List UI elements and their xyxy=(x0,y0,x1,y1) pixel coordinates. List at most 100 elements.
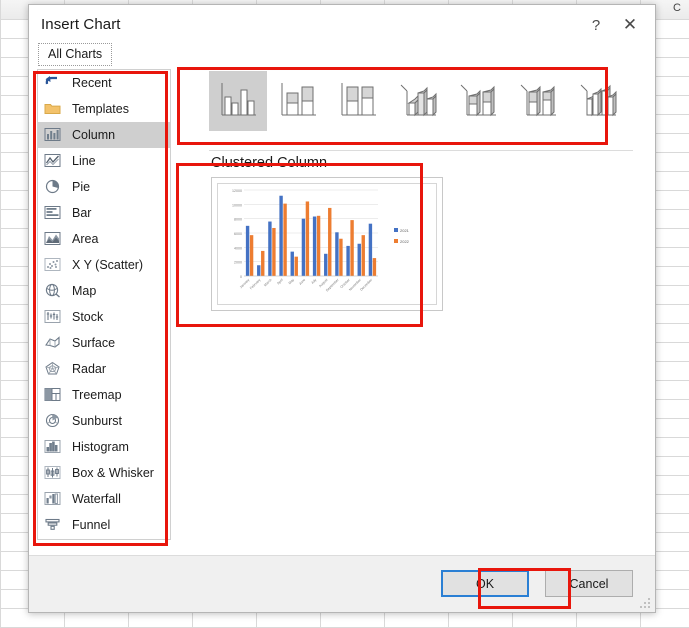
chart-subtype-panel: Clustered Column 0 2000 4000 6000 8000 10000 1… xyxy=(179,67,645,556)
sidebar-item-label: Map xyxy=(72,284,97,298)
sidebar-item-label: Treemap xyxy=(72,388,122,402)
stacked-column-icon xyxy=(275,79,321,123)
bar-2021-June xyxy=(301,218,306,276)
sidebar-item-surface[interactable]: Surface xyxy=(38,330,170,356)
bar-2022-February xyxy=(261,250,265,276)
sidebar-item-label: Stock xyxy=(72,310,104,324)
x-tick-label: July xyxy=(310,278,317,285)
resize-grip[interactable] xyxy=(640,598,651,609)
bar-2022-June xyxy=(305,201,310,276)
scatter-icon xyxy=(44,257,63,274)
y-tick-label: 12000 xyxy=(232,189,242,193)
bar-2022-October xyxy=(350,220,354,276)
y-tick-label: 10000 xyxy=(232,203,242,207)
sidebar-item-map[interactable]: Map xyxy=(38,278,170,304)
tab-all-charts[interactable]: All Charts xyxy=(38,43,113,66)
area-icon xyxy=(44,231,63,248)
pct-stacked-column-icon xyxy=(335,79,381,123)
bar-2022-April xyxy=(283,203,287,276)
x-tick-label: March xyxy=(263,278,273,288)
sidebar-item-label: Recent xyxy=(72,76,112,90)
dialog-content: Recent Templates Column Line Pie Bar Area X Y (… xyxy=(29,67,655,556)
gallery-item-3d-column[interactable] xyxy=(569,71,627,131)
bar-2021-September xyxy=(335,232,339,276)
gallery-item-3d-pct-stacked[interactable] xyxy=(509,71,567,131)
sidebar-item-label: Funnel xyxy=(72,518,111,532)
map-icon xyxy=(44,283,63,300)
selected-subtype-label: Clustered Column xyxy=(211,155,328,171)
sidebar-item-histogram[interactable]: Histogram xyxy=(38,434,170,460)
pie-icon xyxy=(44,179,63,196)
y-tick-label: 2000 xyxy=(234,261,242,265)
bar-2022-September xyxy=(339,238,343,276)
sidebar-item-bar[interactable]: Bar xyxy=(38,200,170,226)
sidebar-item-funnel[interactable]: Funnel xyxy=(38,512,170,538)
funnel-icon xyxy=(44,517,63,534)
dialog-tabstrip: All Charts xyxy=(29,43,655,67)
sidebar-item-label: Pie xyxy=(72,180,91,194)
sidebar-item-sunburst[interactable]: Sunburst xyxy=(38,408,170,434)
radar-icon xyxy=(44,361,63,378)
dialog-titlebar: Insert Chart ? ✕ xyxy=(29,5,655,44)
line-icon xyxy=(44,153,63,170)
y-tick-label: 6000 xyxy=(234,232,242,236)
bar-2021-August xyxy=(324,253,328,276)
sidebar-item-treemap[interactable]: Treemap xyxy=(38,382,170,408)
bar-2021-May xyxy=(290,251,294,276)
bar-2021-January xyxy=(245,225,250,276)
ok-button[interactable]: OK xyxy=(441,570,529,597)
chart-type-sidebar[interactable]: Recent Templates Column Line Pie Bar Area X Y (… xyxy=(37,69,171,540)
close-icon[interactable]: ✕ xyxy=(617,13,643,37)
sidebar-item-column[interactable]: Column xyxy=(38,122,170,148)
templates-icon xyxy=(44,101,63,118)
3d-pct-stacked-icon xyxy=(515,79,561,123)
legend-swatch-2022 xyxy=(394,239,398,243)
sidebar-item-line[interactable]: Line xyxy=(38,148,170,174)
gallery-item-3d-stacked-column[interactable] xyxy=(449,71,507,131)
sidebar-item-radar[interactable]: Radar xyxy=(38,356,170,382)
sidebar-item-label: Column xyxy=(72,128,116,142)
gallery-item-clustered-column[interactable] xyxy=(209,71,267,131)
sidebar-item-area[interactable]: Area xyxy=(38,226,170,252)
legend-label-2021: 2021 xyxy=(400,228,410,233)
surface-icon xyxy=(44,335,63,352)
insert-chart-dialog: Insert Chart ? ✕ All Charts Recent Templa… xyxy=(28,4,656,613)
column-icon xyxy=(44,127,63,144)
sidebar-item-pie[interactable]: Pie xyxy=(38,174,170,200)
chart-preview: 0 2000 4000 6000 8000 10000 12000 January Februa… xyxy=(217,183,437,305)
sidebar-item-waterfall[interactable]: Waterfall xyxy=(38,486,170,512)
bar-2022-March xyxy=(272,227,276,276)
cancel-button[interactable]: Cancel xyxy=(545,570,633,597)
chart-preview-frame[interactable]: 0 2000 4000 6000 8000 10000 12000 January Februa… xyxy=(211,177,443,311)
sidebar-item-box-whisker[interactable]: Box & Whisker xyxy=(38,460,170,486)
bar-2022-August xyxy=(328,207,332,276)
gallery-item-stacked-column[interactable] xyxy=(269,71,327,131)
bar-2021-February xyxy=(257,265,261,276)
bar-2021-March xyxy=(268,221,272,276)
bar-icon xyxy=(44,205,63,222)
gallery-item-pct-stacked-column[interactable] xyxy=(329,71,387,131)
sidebar-item-combo[interactable]: Combo xyxy=(38,538,170,539)
sidebar-item-label: Bar xyxy=(72,206,92,220)
sidebar-item-label: X Y (Scatter) xyxy=(72,258,144,272)
x-tick-label: September xyxy=(325,277,340,292)
chart-subtype-gallery[interactable] xyxy=(209,71,633,151)
sidebar-item-label: Box & Whisker xyxy=(72,466,154,480)
sidebar-item-x-y-scatter[interactable]: X Y (Scatter) xyxy=(38,252,170,278)
bar-2021-October xyxy=(346,245,350,276)
sidebar-item-templates[interactable]: Templates xyxy=(38,96,170,122)
sidebar-item-recent[interactable]: Recent xyxy=(38,70,170,96)
sidebar-item-label: Line xyxy=(72,154,96,168)
help-icon[interactable]: ? xyxy=(583,13,609,37)
3d-clustered-column-icon xyxy=(395,79,441,123)
bar-2022-July xyxy=(316,215,321,276)
sidebar-item-label: Area xyxy=(72,232,99,246)
sidebar-item-label: Histogram xyxy=(72,440,129,454)
sidebar-item-stock[interactable]: Stock xyxy=(38,304,170,330)
box-whisker-icon xyxy=(44,465,63,482)
y-tick-label: 8000 xyxy=(234,218,242,222)
gallery-item-3d-clustered-column[interactable] xyxy=(389,71,447,131)
x-tick-label: April xyxy=(276,278,284,286)
y-tick-label: 4000 xyxy=(234,246,242,250)
x-tick-label: May xyxy=(288,278,296,286)
